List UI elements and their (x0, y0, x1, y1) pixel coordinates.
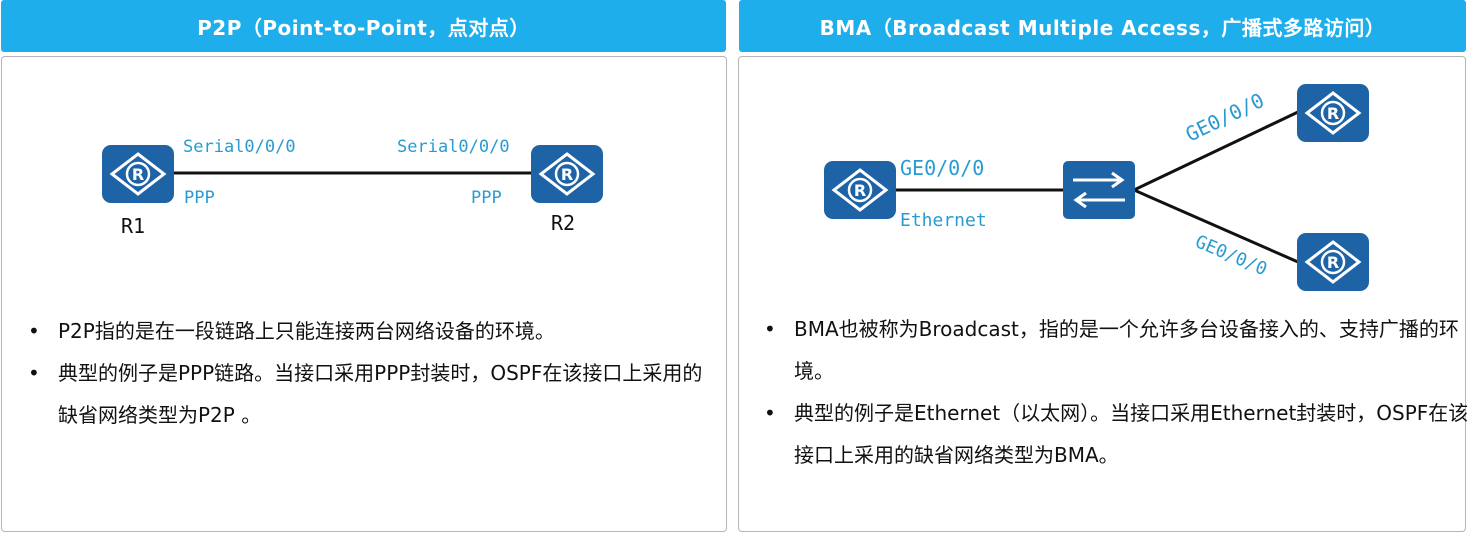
bma-router-left-icon (822, 159, 898, 221)
bma-router-bottom-icon (1295, 231, 1371, 293)
r1-name: R1 (121, 214, 145, 238)
bma-router-interface-label: GE0/0/0 (900, 156, 984, 180)
router-r2-icon (529, 143, 605, 205)
p2p-description-list: P2P指的是在一段链路上只能连接两台网络设备的环境。 典型的例子是PPP链路。当… (2, 310, 722, 436)
bottom-link-interface-label: GE0/0/0 (1192, 231, 1270, 280)
r1-protocol-label: PPP (184, 188, 215, 208)
bma-bullet-2: 典型的例子是Ethernet（以太网）。当接口采用Ethernet封装时，OSP… (738, 392, 1476, 476)
bma-protocol-label: Ethernet (900, 210, 987, 231)
r2-interface-label: Serial0/0/0 (397, 137, 510, 157)
router-r1-icon (100, 143, 176, 205)
r2-protocol-label: PPP (471, 188, 502, 208)
r2-name: R2 (551, 211, 575, 235)
top-link-interface-label: GE0/0/0 (1182, 88, 1268, 147)
r1-interface-label: Serial0/0/0 (183, 137, 296, 157)
p2p-bullet-1: P2P指的是在一段链路上只能连接两台网络设备的环境。 (2, 310, 722, 352)
bma-bullet-1: BMA也被称为Broadcast，指的是一个允许多台设备接入的、支持广播的环境。 (738, 308, 1476, 392)
switch-icon (1063, 161, 1135, 219)
bma-router-top-icon (1295, 82, 1371, 144)
bma-description-list: BMA也被称为Broadcast，指的是一个允许多台设备接入的、支持广播的环境。… (738, 308, 1476, 476)
p2p-bullet-2: 典型的例子是PPP链路。当接口采用PPP封装时，OSPF在该接口上采用的缺省网络… (2, 352, 722, 436)
